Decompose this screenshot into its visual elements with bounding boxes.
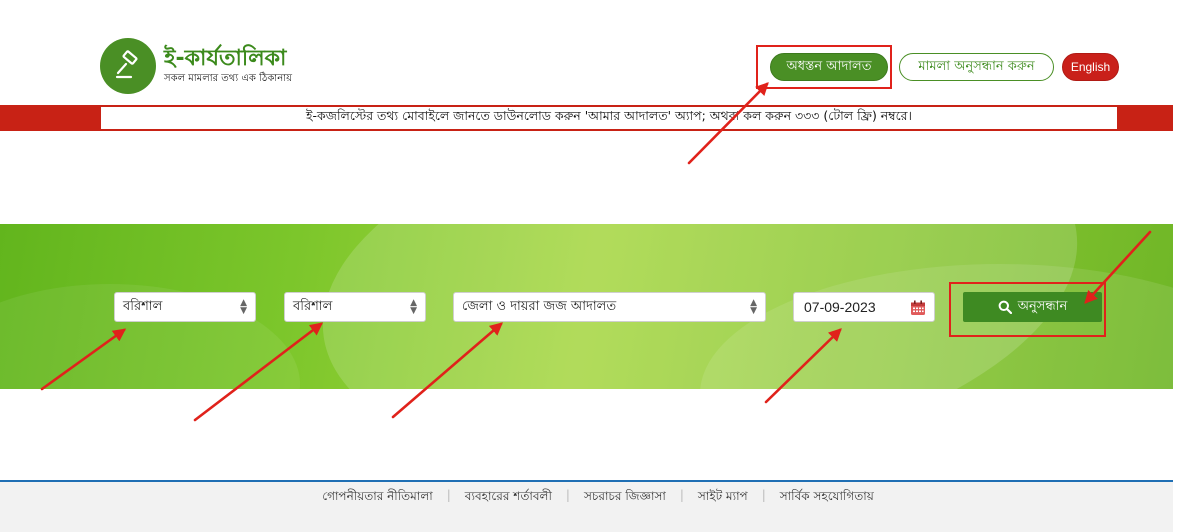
highlight-box-lower-court bbox=[756, 45, 892, 89]
calendar-icon[interactable] bbox=[910, 300, 926, 316]
footer-link-faq[interactable]: সচরাচর জিজ্ঞাসা bbox=[570, 488, 680, 508]
district-select[interactable]: বরিশাল ▲ ▼ bbox=[284, 292, 426, 322]
logo-text: ই-কার্যতালিকা সকল মামলার তথ্য এক ঠিকানায… bbox=[164, 46, 292, 86]
date-input-value: 07-09-2023 bbox=[804, 299, 876, 315]
sort-arrows-icon: ▲ ▼ bbox=[410, 298, 417, 316]
footer-links: গোপনীয়তার নীতিমালা | ব্যবহারের শর্তাবলী… bbox=[0, 488, 1196, 508]
footer-link-privacy[interactable]: গোপনীয়তার নীতিমালা bbox=[308, 488, 447, 508]
highlight-box-search bbox=[949, 282, 1106, 337]
court-select-value: জেলা ও দায়রা জজ আদালত bbox=[462, 298, 617, 314]
date-input[interactable]: 07-09-2023 bbox=[793, 292, 935, 322]
english-language-button[interactable]: English bbox=[1062, 53, 1119, 81]
notice-text: ই-কজলিস্টের তথ্য মোবাইলে জানতে ডাউনলোড ক… bbox=[100, 106, 1118, 130]
footer-link-support[interactable]: সার্বিক সহযোগিতায় bbox=[766, 488, 888, 508]
case-search-button[interactable]: মামলা অনুসন্ধান করুন bbox=[899, 53, 1054, 81]
sort-arrows-icon: ▲ ▼ bbox=[240, 298, 247, 316]
footer-link-sitemap[interactable]: সাইট ম্যাপ bbox=[684, 488, 762, 508]
gavel-icon bbox=[100, 38, 156, 94]
logo-subtitle: সকল মামলার তথ্য এক ঠিকানায় bbox=[164, 73, 292, 84]
footer-link-terms[interactable]: ব্যবহারের শর্তাবলী bbox=[451, 488, 566, 508]
site-logo[interactable]: ই-কার্যতালিকা সকল মামলার তথ্য এক ঠিকানায… bbox=[100, 38, 292, 94]
sort-arrows-icon: ▲ ▼ bbox=[750, 298, 757, 316]
logo-title: ই-কার্যতালিকা bbox=[164, 46, 287, 71]
division-select[interactable]: বরিশাল ▲ ▼ bbox=[114, 292, 256, 322]
division-select-value: বরিশাল bbox=[123, 298, 163, 314]
district-select-value: বরিশাল bbox=[293, 298, 333, 314]
court-select[interactable]: জেলা ও দায়রা জজ আদালত ▲ ▼ bbox=[453, 292, 766, 322]
